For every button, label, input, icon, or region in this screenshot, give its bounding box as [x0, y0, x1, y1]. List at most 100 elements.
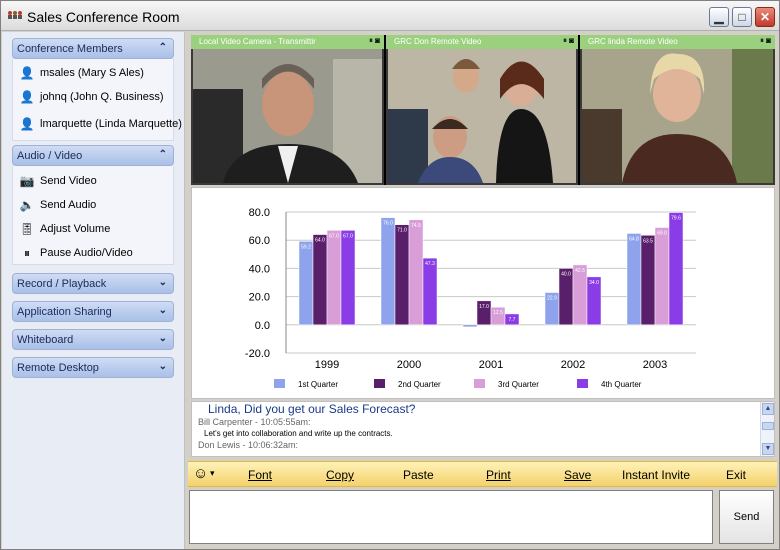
- section-audio-video[interactable]: Audio / Video ⌃: [12, 145, 174, 166]
- bar-value-label: 76.0: [383, 221, 393, 227]
- y-tick-label: 40.0: [249, 263, 270, 275]
- local-video-pane[interactable]: Local Video Camera - Transmittir ⏸ ◙: [191, 35, 384, 185]
- emoticon-icon[interactable]: ☺: [193, 465, 208, 482]
- bar-value-label: 34.0: [589, 280, 599, 286]
- bar-value-label: 59.2: [301, 244, 311, 250]
- exit-button[interactable]: Exit: [726, 468, 746, 482]
- instant-invite-button[interactable]: Instant Invite: [622, 468, 690, 482]
- chat-message-headline: Linda, Did you get our Sales Forecast?: [208, 402, 416, 416]
- maximize-icon: □: [738, 10, 746, 24]
- emoticon-dropdown-icon[interactable]: ▾: [210, 468, 215, 479]
- member-lmarquette[interactable]: 👤 lmarquette (Linda Marquette): [19, 115, 182, 133]
- bar: [408, 219, 424, 326]
- paste-button[interactable]: Paste: [403, 468, 434, 482]
- font-label: Font: [248, 468, 273, 482]
- members-list: 👤 msales (Mary S Ales) 👤 johnq (John Q. …: [12, 59, 182, 141]
- bar-value-label: 79.6: [671, 216, 681, 222]
- member-msales[interactable]: 👤 msales (Mary S Ales): [19, 64, 144, 82]
- y-tick-label: 60.0: [249, 235, 270, 247]
- bar-value-label: 67.0: [343, 233, 353, 239]
- video-label: GRC Don Remote Video ⏸ ◙: [386, 35, 578, 49]
- scroll-up-icon[interactable]: ▲: [762, 403, 774, 415]
- video-controls[interactable]: ⏸ ◙: [369, 36, 380, 46]
- expand-icon[interactable]: ⌄: [159, 361, 167, 372]
- member-label: lmarquette (Linda Marquette): [40, 118, 182, 130]
- remote-video-linda-pane[interactable]: GRC linda Remote Video ⏸ ◙: [580, 35, 775, 185]
- item-label: Send Video: [40, 175, 97, 187]
- video-frame: [582, 49, 773, 183]
- send-video-item[interactable]: 📷 Send Video: [19, 172, 97, 190]
- pause-av-item[interactable]: ⏸ Pause Audio/Video: [19, 244, 133, 262]
- video-controls[interactable]: ⏸ ◙: [760, 36, 771, 46]
- bar-value-label: 64.8: [629, 236, 639, 242]
- bar: [626, 233, 642, 326]
- section-record-playback[interactable]: Record / Playback ⌄: [12, 273, 174, 294]
- bar-value-label: 17.0: [479, 304, 489, 310]
- y-tick-label: 20.0: [249, 292, 270, 304]
- maximize-button[interactable]: □: [732, 7, 752, 27]
- close-icon: ✕: [759, 10, 771, 24]
- member-johnq[interactable]: 👤 johnq (John Q. Business): [19, 88, 164, 106]
- item-label: Pause Audio/Video: [40, 247, 133, 259]
- bar: [422, 257, 438, 326]
- video-controls[interactable]: ⏸ ◙: [563, 36, 574, 46]
- bar-value-label: 74.5: [411, 223, 421, 229]
- section-title: Whiteboard: [17, 334, 74, 346]
- message-input[interactable]: [189, 490, 713, 544]
- section-remote-desktop[interactable]: Remote Desktop ⌄: [12, 357, 174, 378]
- y-tick-label: -20.0: [245, 348, 270, 360]
- save-label: Save: [564, 468, 592, 482]
- av-list: 📷 Send Video 🔈 Send Audio 🎚 Adjust Volum…: [12, 166, 174, 265]
- bar-value-label: 42.5: [575, 268, 585, 274]
- bar-value-label: 12.5: [493, 310, 503, 316]
- legend-label: 2nd Quarter: [398, 380, 441, 389]
- x-tick-label: 1999: [315, 359, 339, 371]
- bar-value-label: -1.5: [466, 328, 475, 334]
- x-tick-label: 2002: [561, 359, 585, 371]
- bar: [312, 234, 328, 326]
- copy-label: Copy: [326, 468, 355, 482]
- bar-value-label: 40.0: [561, 271, 571, 277]
- chart-panel: 80.0 60.0 40.0 20.0 0.0 -20.0 59.2 64.0 67.0 67.0…: [191, 187, 775, 399]
- expand-icon[interactable]: ⌄: [159, 305, 167, 316]
- bar: [668, 212, 684, 326]
- chat-scrollbar[interactable]: ▲ ▼: [760, 402, 774, 456]
- scroll-down-icon[interactable]: ▼: [762, 443, 774, 455]
- chat-meta: Bill Carpenter - 10:05:55am:: [198, 417, 311, 427]
- section-conference-members[interactable]: Conference Members ⌃: [12, 38, 174, 59]
- title-bar: Sales Conference Room ▁ □ ✕: [1, 1, 779, 31]
- bar-value-label: 22.9: [547, 296, 557, 302]
- chat-log: Linda, Did you get our Sales Forecast? B…: [191, 401, 775, 457]
- font-button[interactable]: Font: [248, 468, 272, 482]
- expand-icon[interactable]: ⌄: [159, 277, 167, 288]
- remote-video-don-pane[interactable]: GRC Don Remote Video ⏸ ◙: [386, 35, 578, 185]
- x-tick-label: 2001: [479, 359, 503, 371]
- bar-value-label: 7.7: [509, 317, 516, 323]
- video-area: Local Video Camera - Transmittir ⏸ ◙ GRC…: [191, 35, 775, 185]
- chat-message: Let's get into collaboration and write u…: [204, 429, 393, 438]
- adjust-volume-item[interactable]: 🎚 Adjust Volume: [19, 220, 110, 238]
- minimize-button[interactable]: ▁: [709, 7, 729, 27]
- section-whiteboard[interactable]: Whiteboard ⌄: [12, 329, 174, 350]
- section-application-sharing[interactable]: Application Sharing ⌄: [12, 301, 174, 322]
- app-icon: [8, 11, 22, 19]
- copy-button[interactable]: Copy: [326, 468, 354, 482]
- legend-swatch: [577, 379, 588, 388]
- send-audio-item[interactable]: 🔈 Send Audio: [19, 196, 97, 214]
- collapse-icon[interactable]: ⌃: [159, 149, 167, 160]
- print-button[interactable]: Print: [486, 468, 511, 482]
- bar-value-label: 63.5: [643, 238, 653, 244]
- collapse-icon[interactable]: ⌃: [159, 42, 167, 53]
- video-label: GRC linda Remote Video ⏸ ◙: [580, 35, 775, 49]
- scroll-thumb[interactable]: [762, 422, 774, 430]
- chat-meta: Don Lewis - 10:06:32am:: [198, 440, 299, 450]
- legend-label: 3rd Quarter: [498, 380, 539, 389]
- save-button[interactable]: Save: [564, 468, 591, 482]
- send-button[interactable]: Send: [719, 490, 774, 544]
- expand-icon[interactable]: ⌄: [159, 333, 167, 344]
- bar: [340, 230, 356, 326]
- video-label-text: GRC linda Remote Video: [588, 37, 678, 46]
- close-button[interactable]: ✕: [755, 7, 775, 27]
- item-label: Adjust Volume: [40, 223, 111, 235]
- video-frame: [388, 49, 576, 183]
